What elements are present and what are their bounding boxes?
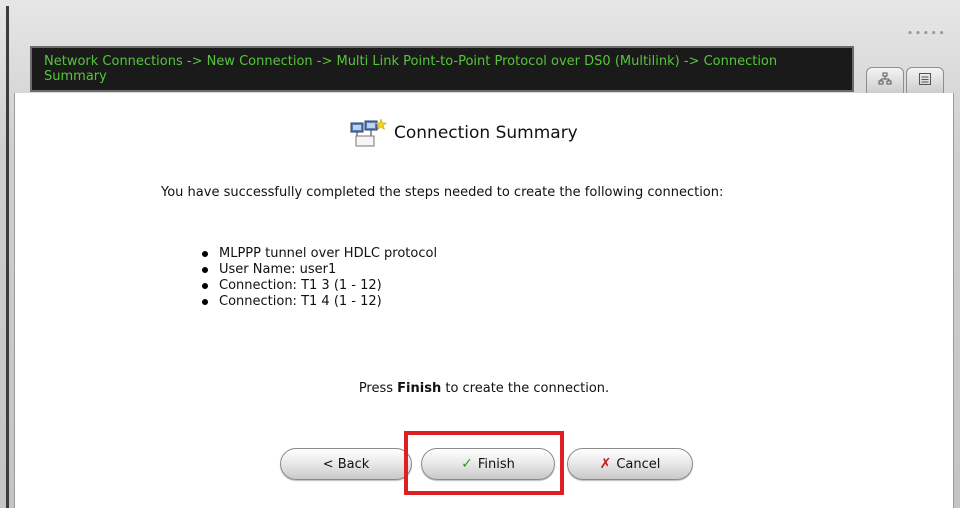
instruction-emphasis: Finish <box>397 381 442 396</box>
tab-network-map[interactable] <box>866 67 904 93</box>
list-view-icon <box>918 71 932 90</box>
list-item: Connection: T1 4 (1 - 12) <box>201 294 437 310</box>
cancel-button[interactable]: ✗ Cancel <box>567 448 693 480</box>
tab-list-view[interactable] <box>906 67 944 93</box>
list-item: MLPPP tunnel over HDLC protocol <box>201 246 437 262</box>
finish-instruction: Press Finish to create the connection. <box>15 381 953 396</box>
title-row: Connection Summary <box>348 117 578 149</box>
network-map-icon <box>878 71 892 90</box>
intro-text: You have successfully completed the step… <box>161 185 724 200</box>
highlight-box <box>404 431 564 495</box>
instruction-prefix: Press <box>358 381 398 396</box>
resize-grip-icon[interactable]: ∙∙∙∙∙ <box>907 26 946 39</box>
list-item: User Name: user1 <box>201 262 437 278</box>
breadcrumb: Network Connections -> New Connection ->… <box>30 46 854 92</box>
list-item: Connection: T1 3 (1 - 12) <box>201 278 437 294</box>
back-button-label: < Back <box>322 456 370 472</box>
summary-list: MLPPP tunnel over HDLC protocol User Nam… <box>201 246 437 310</box>
cancel-button-label: Cancel <box>616 456 661 472</box>
back-button[interactable]: < Back <box>280 448 412 480</box>
window-frame: ∙∙∙∙∙ Network Connections -> New Connect… <box>0 0 960 508</box>
window-left-edge <box>6 6 9 508</box>
cancel-x-icon: ✗ <box>599 456 612 472</box>
new-connection-icon <box>348 118 388 148</box>
instruction-suffix: to create the connection. <box>441 381 610 396</box>
page-title: Connection Summary <box>394 123 578 143</box>
